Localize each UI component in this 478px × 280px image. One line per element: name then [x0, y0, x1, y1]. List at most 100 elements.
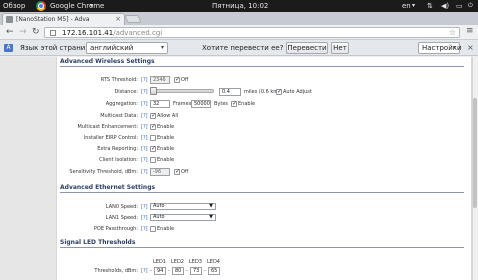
minus-sign: - [168, 268, 170, 274]
poe-passthrough-checkbox[interactable] [150, 226, 156, 232]
chevron-down-icon: ▾ [412, 2, 416, 9]
app-menu-label[interactable]: Google Chrome [50, 2, 104, 10]
help-link[interactable]: [?] [141, 101, 148, 107]
help-link[interactable]: [?] [141, 215, 148, 221]
page-icon [50, 30, 56, 36]
dropdown-arrow-icon: ▼ [209, 214, 213, 220]
lan0-speed-label: LAN0 Speed: [105, 204, 138, 210]
rts-off-label: Off [181, 77, 189, 83]
lan1-speed-select[interactable]: Auto ▼ [150, 214, 216, 221]
led2-header: LED2 [171, 259, 184, 265]
sensitivity-off-checkbox[interactable] [174, 168, 180, 175]
led2-threshold-input[interactable]: 80 [172, 267, 184, 275]
forward-arrow-icon[interactable]: → [19, 28, 27, 37]
help-link[interactable]: [?] [141, 124, 148, 130]
section-title-wireless: Advanced Wireless Settings [60, 58, 155, 65]
volume-icon[interactable]: ◀) [441, 2, 449, 10]
minus-sign: - [150, 268, 152, 274]
client-isolation-checkbox[interactable] [150, 157, 156, 163]
address-bar[interactable]: 172.16.101.41/advanced.cgi ☆ [44, 27, 460, 38]
close-tab-icon[interactable]: × [115, 15, 121, 23]
chrome-logo-icon [36, 1, 46, 11]
help-link[interactable]: [?] [141, 226, 148, 232]
distance-slider-handle[interactable] [150, 87, 157, 95]
thresholds-label: Thresholds, dBm: [94, 268, 138, 274]
translate-icon: A [4, 44, 13, 52]
scrollbar-thumb[interactable] [473, 98, 477, 208]
rts-off-checkbox[interactable] [174, 76, 180, 83]
tab-title: [NanoStation M5] - Adva [16, 16, 90, 23]
extra-reporting-checkbox[interactable] [150, 145, 156, 152]
new-tab-button[interactable] [124, 15, 142, 23]
auto-adjust-checkbox[interactable] [276, 88, 282, 95]
installer-eirp-checkbox[interactable] [150, 135, 156, 141]
multicast-enhancement-checkbox[interactable] [150, 123, 156, 130]
help-link[interactable]: [?] [141, 89, 148, 95]
help-link[interactable]: [?] [141, 157, 148, 163]
page-language-select[interactable]: английский ▾ [86, 42, 168, 54]
translate-prompt: Язык этой страницы [20, 44, 96, 52]
chrome-menu-icon[interactable]: ≡ [466, 27, 474, 36]
led4-threshold-input[interactable]: 65 [208, 267, 220, 275]
led1-header: LED1 [153, 259, 166, 265]
chevron-down-icon: ▾ [90, 2, 94, 9]
translate-button[interactable]: Перевести [286, 42, 328, 54]
translate-question: Хотите перевести ее? [202, 44, 284, 52]
dropdown-arrow-icon: ▼ [209, 203, 213, 209]
translate-settings-select[interactable]: Настройки ▾ [418, 42, 462, 54]
power-menu-icon[interactable]: ⏻ [468, 2, 473, 10]
aggregation-bytes-input[interactable]: 50000 [191, 100, 211, 108]
auto-adjust-label: Auto Adjust [283, 89, 312, 95]
help-link[interactable]: [?] [141, 268, 148, 274]
help-link[interactable]: [?] [141, 146, 148, 152]
enable-label: Enable [157, 157, 175, 163]
sensitivity-threshold-input[interactable]: -96 [150, 168, 170, 176]
address-url: 172.16.101.41/advanced.cgi [62, 29, 163, 37]
distance-label: Distance: [114, 89, 138, 95]
activities-overview-button[interactable]: Обзор [3, 2, 25, 10]
installer-eirp-label: Installer EIRP Control: [83, 135, 138, 141]
section-divider [60, 66, 464, 67]
chevron-down-icon: ▾ [452, 44, 456, 51]
bookmark-star-icon[interactable]: ☆ [449, 28, 456, 37]
close-icon[interactable]: × [467, 43, 474, 52]
help-link[interactable]: [?] [141, 135, 148, 141]
reload-icon[interactable]: ↻ [32, 28, 40, 37]
aggregation-frames-input[interactable]: 32 [150, 100, 170, 108]
led3-threshold-input[interactable]: 73 [190, 267, 202, 275]
multicast-enhancement-label: Multicast Enhancement: [77, 124, 138, 130]
enable-label: Enable [157, 146, 175, 152]
poe-passthrough-label: POE Passthrough: [93, 226, 138, 232]
keyboard-language-indicator[interactable]: en [402, 2, 411, 10]
help-link[interactable]: [?] [141, 77, 148, 83]
aggregation-enable-label: Enable [238, 101, 256, 107]
multicast-data-label: Multicast Data: [100, 113, 138, 119]
led4-header: LED4 [207, 259, 220, 265]
network-icon[interactable]: ⇅ [427, 2, 433, 10]
system-top-bar: Обзор Google Chrome ▾ Пятница, 10:02 en … [0, 0, 478, 12]
minus-sign: - [186, 268, 188, 274]
distance-input[interactable]: 0.4 [219, 88, 241, 96]
enable-label: Enable [157, 124, 175, 130]
help-link[interactable]: [?] [141, 169, 148, 175]
sensitivity-threshold-label: Sensitivity Threshold, dBm: [69, 169, 138, 175]
help-link[interactable]: [?] [141, 113, 148, 119]
lan0-speed-select[interactable]: Auto ▼ [150, 203, 216, 210]
aggregation-label: Aggregation: [105, 101, 138, 107]
dont-translate-button[interactable]: Нет [331, 42, 349, 54]
favicon-icon [6, 16, 13, 23]
led1-threshold-input[interactable]: 94 [154, 267, 166, 275]
poe-enable-label: Enable [157, 226, 175, 232]
distance-slider-track[interactable] [150, 89, 214, 93]
multicast-allow-all-checkbox[interactable] [150, 112, 156, 119]
rts-threshold-input[interactable]: 2346 [150, 76, 170, 84]
back-arrow-icon[interactable]: ← [6, 28, 14, 37]
tab-nanostation[interactable]: [NanoStation M5] - Adva × [2, 13, 125, 25]
section-title-signal-led: Signal LED Thresholds [60, 239, 136, 246]
battery-icon[interactable]: ▭ [456, 2, 463, 10]
enable-label: Enable [157, 135, 175, 141]
section-divider [60, 247, 464, 248]
clock[interactable]: Пятница, 10:02 [212, 2, 268, 10]
help-link[interactable]: [?] [141, 204, 148, 210]
aggregation-enable-checkbox[interactable] [231, 100, 237, 107]
